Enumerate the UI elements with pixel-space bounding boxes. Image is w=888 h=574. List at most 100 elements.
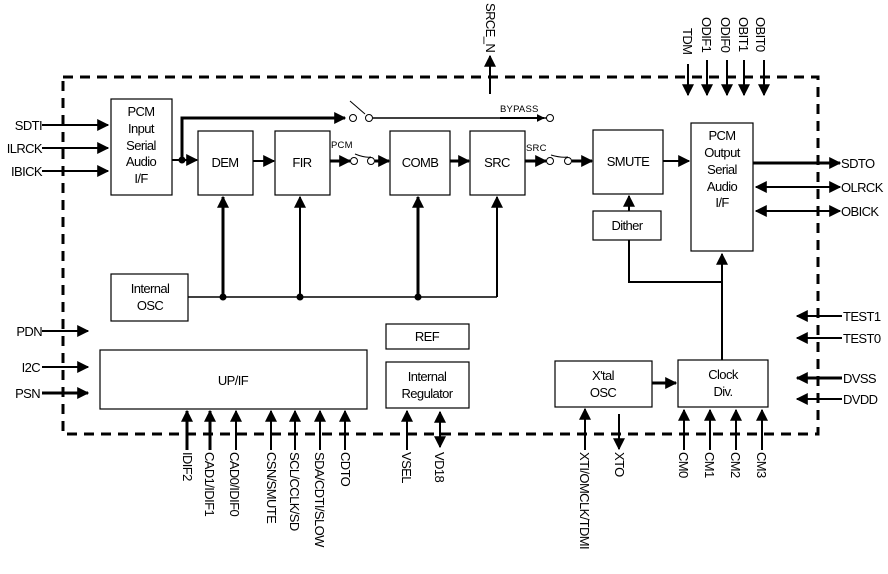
pin-label: DVSS: [843, 371, 877, 386]
pin-pdn: PDN: [16, 324, 90, 339]
pin-idif2: IDIF2: [180, 409, 195, 481]
pin-ilrck: ILRCK: [7, 141, 110, 156]
pin-label: DVDD: [843, 392, 878, 407]
pin-sda-cdti-slow: SDA/CDTI/SLOW: [312, 409, 327, 548]
block-dem: DEM: [197, 130, 254, 196]
pin-label: CM1: [702, 452, 717, 478]
pcm-switch: [350, 153, 375, 165]
block-label: Serial: [707, 162, 737, 177]
block-label: Regulator: [402, 386, 454, 401]
block-label: FIR: [292, 155, 311, 170]
block-label: Audio: [707, 179, 738, 194]
pin-cm1: CM1: [702, 408, 717, 478]
pin-label: CAD0/IDIF0: [227, 452, 242, 516]
block-pcm-output: PCM Output Serial Audio I/F: [690, 122, 754, 252]
pin-sdto: SDTO: [753, 156, 876, 171]
block-label: X'tal: [592, 368, 615, 383]
block-label: COMB: [402, 155, 439, 170]
pin-odif1: ODIF1: [699, 17, 714, 97]
block-label: Internal: [131, 281, 170, 296]
pin-label: VSEL: [399, 452, 414, 483]
pin-test0: TEST0: [795, 331, 881, 346]
block-label: Output: [704, 145, 740, 160]
pin-psn: PSN: [15, 386, 90, 401]
src-switch: [546, 154, 572, 165]
pin-label: TEST1: [843, 309, 881, 324]
pin-xto: XTO: [612, 414, 627, 477]
pin-label: IBICK: [11, 164, 43, 179]
pin-cm0: CM0: [676, 408, 691, 478]
pin-olrck: OLRCK: [754, 180, 884, 195]
pin-label: PDN: [16, 324, 42, 339]
block-src: SRC: [469, 130, 526, 196]
block-dither: Dither: [592, 210, 662, 241]
pin-label: SDA/CDTI/SLOW: [312, 452, 327, 548]
pin-label: CDTO: [338, 452, 353, 487]
pin-xti-omclk-tdmi: XTI/OMCLK/TDMI: [577, 407, 592, 549]
block-label: REF: [415, 329, 440, 344]
block-label: OSC: [590, 385, 617, 400]
pin-tdm: TDM: [680, 28, 695, 97]
pin-csn-smute: CSN/SMUTE: [264, 409, 279, 524]
pin-cdto: CDTO: [338, 409, 353, 487]
pin-label: SCL/CCLK/SD: [287, 452, 302, 531]
block-label: Input: [128, 121, 155, 136]
pin-label: OBIT0: [753, 17, 768, 52]
pin-label: CM2: [728, 452, 743, 478]
pin-label: ODIF1: [699, 17, 714, 53]
block-comb: COMB: [389, 130, 451, 196]
pin-vd18: VD18: [432, 410, 447, 482]
block-ref: REF: [385, 323, 470, 350]
pcm-switch-label: PCM: [331, 140, 353, 151]
pin-test1: TEST1: [795, 309, 881, 324]
pin-label: ILRCK: [7, 141, 43, 156]
src-switch-label: SRC: [526, 143, 547, 154]
pin-label: XTO: [612, 452, 627, 477]
block-pcm-input: PCM Input Serial Audio I/F: [110, 98, 173, 196]
pin-label: I2C: [22, 360, 41, 375]
block-label: Serial: [126, 138, 156, 153]
pin-cad0-idif0: CAD0/IDIF0: [227, 409, 242, 516]
block-label: OSC: [137, 298, 164, 313]
pin-i2c: I2C: [22, 360, 90, 375]
pin-cm3: CM3: [754, 408, 769, 478]
block-label: Audio: [126, 154, 157, 169]
block-label: PCM: [708, 128, 735, 143]
block-label: Dither: [611, 218, 643, 233]
pin-label: SDTI: [15, 118, 42, 133]
pin-cm2: CM2: [728, 408, 743, 478]
pin-label: OBIT1: [736, 17, 751, 52]
block-xtal-osc: X'tal OSC: [554, 360, 653, 408]
pin-label: CM3: [754, 452, 769, 478]
pin-odif0: ODIF0: [718, 17, 733, 97]
block-label: Internal: [408, 369, 447, 384]
pin-ibick: IBICK: [11, 164, 110, 179]
block-label: PCM: [127, 104, 154, 119]
block-label: DEM: [211, 155, 238, 170]
pin-dvdd: DVDD: [795, 392, 878, 407]
pin-label: SRCE_N: [483, 3, 498, 52]
pin-label: CSN/SMUTE: [264, 452, 279, 524]
pin-label: TDM: [680, 28, 695, 54]
bypass-switch: [349, 100, 373, 122]
block-clock-div: Clock Div.: [677, 359, 769, 408]
block-internal-regulator: Internal Regulator: [385, 361, 470, 409]
block-label: I/F: [715, 195, 729, 210]
block-label: SRC: [484, 155, 510, 170]
pin-label: CAD1/IDIF1: [202, 452, 217, 516]
block-fir: FIR: [274, 130, 331, 196]
block-smute: SMUTE: [592, 129, 664, 195]
pin-dvss: DVSS: [795, 371, 878, 386]
block-label: I/F: [134, 171, 148, 186]
pin-label: VD18: [432, 452, 447, 482]
pin-srce-n: SRCE_N: [483, 3, 498, 94]
pin-obit0: OBIT0: [753, 17, 770, 97]
pin-label: SDTO: [841, 156, 875, 171]
pin-vsel: VSEL: [399, 409, 414, 483]
pin-obit1: OBIT1: [736, 17, 751, 97]
block-internal-osc: Internal OSC: [110, 273, 189, 322]
block-label: Div.: [713, 384, 732, 399]
pin-sdti: SDTI: [15, 118, 110, 133]
bypass-label: BYPASS: [500, 104, 539, 115]
pin-cad1-idif1: CAD1/IDIF1: [202, 409, 217, 516]
